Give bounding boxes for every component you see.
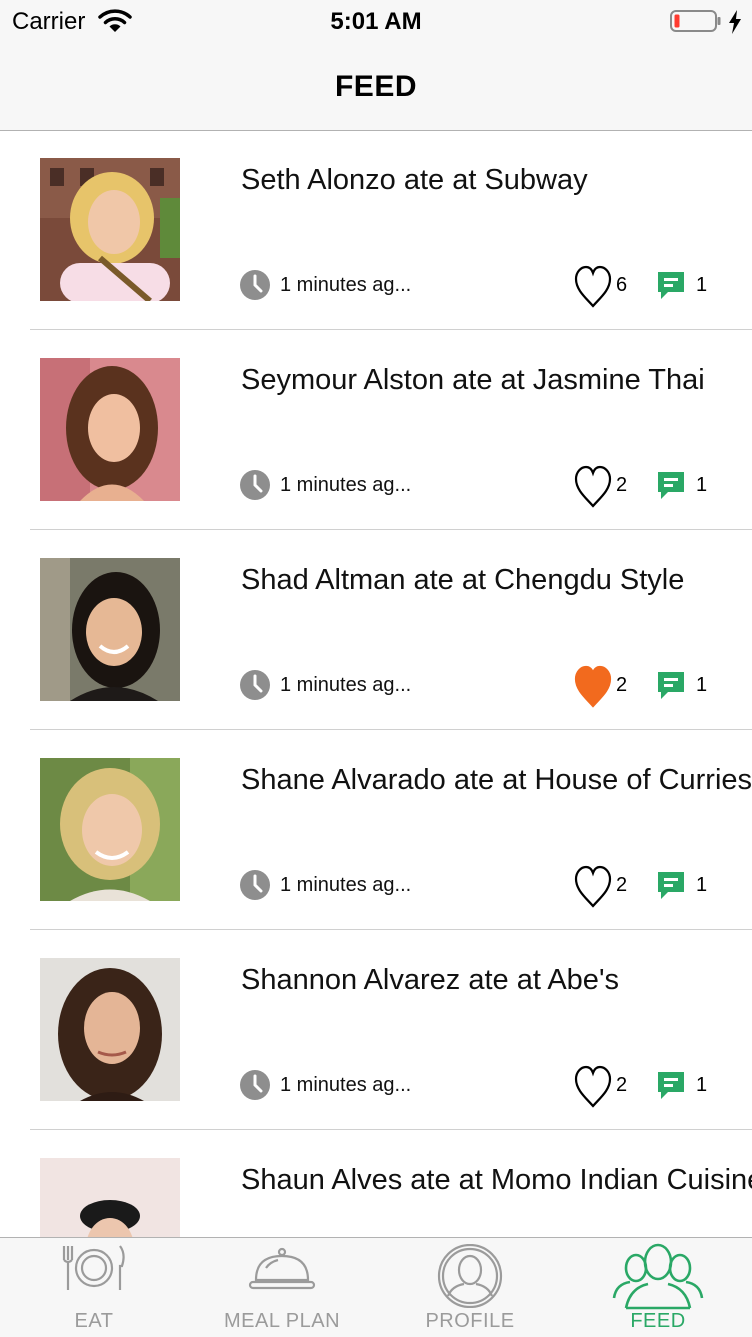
feed-item-title[interactable]: Seth Alonzo ate at Subway bbox=[241, 164, 588, 197]
feed-item[interactable]: Seymour Alston ate at Jasmine Thai 1 min… bbox=[0, 330, 752, 530]
comment-icon[interactable] bbox=[656, 470, 686, 500]
plate-cutlery-icon bbox=[62, 1245, 125, 1290]
like-count: 2 bbox=[616, 874, 628, 896]
timestamp: 1 minutes ag... bbox=[280, 474, 412, 496]
feed-item-title[interactable]: Shad Altman ate at Chengdu Style bbox=[241, 564, 684, 597]
feed-item-title[interactable]: Shannon Alvarez ate at Abe's bbox=[241, 964, 619, 997]
cloche-icon bbox=[248, 1247, 316, 1290]
comment-count: 1 bbox=[696, 1074, 708, 1096]
avatar[interactable] bbox=[40, 758, 180, 901]
timestamp: 1 minutes ag... bbox=[280, 1074, 412, 1096]
heart-icon[interactable] bbox=[574, 264, 612, 308]
clock-icon bbox=[240, 870, 270, 900]
like-count: 6 bbox=[616, 274, 628, 296]
profile-icon bbox=[437, 1244, 503, 1308]
tab-bar: EAT MEAL PLAN PROFILE FEED bbox=[0, 1237, 752, 1337]
battery-icon bbox=[670, 10, 721, 32]
tab-label: FEED bbox=[630, 1310, 686, 1332]
avatar[interactable] bbox=[40, 558, 180, 701]
page-title: FEED bbox=[334, 70, 417, 103]
heart-icon[interactable] bbox=[574, 864, 612, 908]
comment-count: 1 bbox=[696, 274, 708, 296]
group-icon bbox=[612, 1243, 704, 1310]
charging-icon bbox=[729, 10, 741, 34]
comment-count: 1 bbox=[696, 674, 708, 696]
tab-meal-plan[interactable]: MEAL PLAN bbox=[188, 1238, 376, 1337]
feed-item[interactable]: Shannon Alvarez ate at Abe's 1 minutes a… bbox=[0, 930, 752, 1130]
avatar[interactable] bbox=[40, 158, 180, 301]
navigation-bar: FEED bbox=[0, 44, 752, 131]
timestamp: 1 minutes ag... bbox=[280, 274, 412, 296]
comment-count: 1 bbox=[696, 874, 708, 896]
feed-item[interactable]: Shane Alvarado ate at House of Curries 1… bbox=[0, 730, 752, 930]
tab-profile[interactable]: PROFILE bbox=[376, 1238, 564, 1337]
heart-filled-icon[interactable] bbox=[574, 664, 612, 708]
tab-eat[interactable]: EAT bbox=[0, 1238, 188, 1337]
like-count: 2 bbox=[616, 1074, 628, 1096]
feed-list[interactable]: Seth Alonzo ate at Subway 1 minutes ag..… bbox=[0, 130, 752, 1237]
timestamp: 1 minutes ag... bbox=[280, 674, 412, 696]
tab-label: MEAL PLAN bbox=[223, 1310, 341, 1332]
feed-item-title[interactable]: Shaun Alves ate at Momo Indian Cuisine bbox=[241, 1164, 752, 1197]
avatar[interactable] bbox=[40, 958, 180, 1101]
heart-icon[interactable] bbox=[574, 464, 612, 508]
feed-item-title[interactable]: Shane Alvarado ate at House of Curries bbox=[241, 764, 752, 797]
heart-icon[interactable] bbox=[574, 1064, 612, 1108]
tab-feed[interactable]: FEED bbox=[564, 1238, 752, 1337]
clock-icon bbox=[240, 670, 270, 700]
feed-item[interactable]: Shaun Alves ate at Momo Indian Cuisine bbox=[0, 1130, 752, 1237]
avatar[interactable] bbox=[40, 358, 180, 501]
status-time: 5:01 AM bbox=[330, 8, 422, 35]
clock-icon bbox=[240, 470, 270, 500]
clock-icon bbox=[240, 270, 270, 300]
feed-item-title[interactable]: Seymour Alston ate at Jasmine Thai bbox=[241, 364, 705, 397]
feed-item[interactable]: Seth Alonzo ate at Subway 1 minutes ag..… bbox=[0, 130, 752, 330]
comment-icon[interactable] bbox=[656, 870, 686, 900]
like-count: 2 bbox=[616, 474, 628, 496]
timestamp: 1 minutes ag... bbox=[280, 874, 412, 896]
feed-item[interactable]: Shad Altman ate at Chengdu Style 1 minut… bbox=[0, 530, 752, 730]
tab-label: EAT bbox=[74, 1310, 114, 1332]
status-bar: Carrier 5:01 AM bbox=[0, 0, 752, 44]
avatar[interactable] bbox=[40, 1158, 180, 1237]
tab-label: PROFILE bbox=[425, 1310, 515, 1332]
comment-icon[interactable] bbox=[656, 270, 686, 300]
comment-icon[interactable] bbox=[656, 670, 686, 700]
comment-count: 1 bbox=[696, 474, 708, 496]
like-count: 2 bbox=[616, 674, 628, 696]
comment-icon[interactable] bbox=[656, 1070, 686, 1100]
clock-icon bbox=[240, 1070, 270, 1100]
